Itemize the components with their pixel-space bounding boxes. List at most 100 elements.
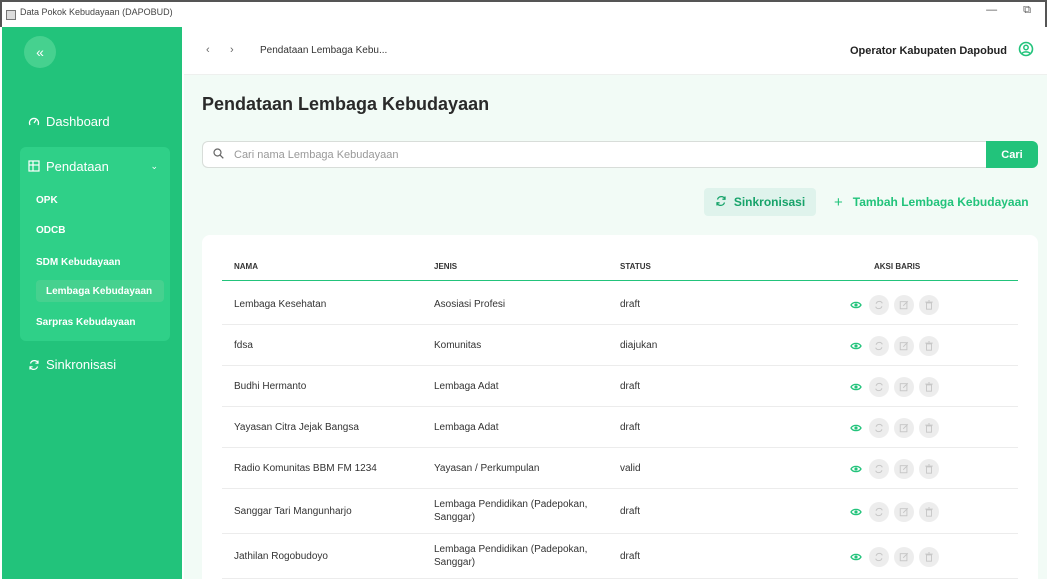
sidebar-subitem-opk[interactable]: OPK — [36, 189, 58, 211]
cell-nama: Lembaga Kesehatan — [234, 298, 327, 310]
sidebar: « Dashboard Pendataan ⌄ OPK ODCB SDM Keb… — [2, 27, 182, 579]
cell-status: draft — [620, 550, 641, 562]
sidebar-item-label: Sinkronisasi — [46, 357, 117, 372]
restore-button[interactable]: ⧉ — [1023, 4, 1031, 17]
sidebar-subitem-sarpras-kebudayaan[interactable]: Sarpras Kebudayaan — [36, 311, 136, 333]
cell-nama: Sanggar Tari Mangunharjo — [234, 505, 352, 517]
cell-nama: fdsa — [234, 339, 253, 351]
cell-status: valid — [620, 462, 641, 474]
sync-row-icon[interactable] — [869, 376, 889, 397]
view-eye-icon[interactable] — [848, 504, 864, 520]
edit-icon[interactable] — [894, 546, 914, 567]
table-row: Budhi Hermanto Lembaga Adat draft — [222, 366, 1018, 407]
window-titlebar: Data Pokok Kebudayaan (DAPOBUD) — ⧉ — [0, 0, 1047, 27]
view-eye-icon[interactable] — [848, 379, 864, 395]
cell-jenis: Asosiasi Profesi — [434, 298, 506, 310]
sync-button[interactable]: Sinkronisasi — [704, 188, 816, 216]
grid-icon — [28, 160, 40, 172]
cell-jenis: Yayasan / Perkumpulan — [434, 462, 540, 474]
gauge-icon — [28, 116, 40, 128]
sidebar-group-pendataan: Pendataan ⌄ OPK ODCB SDM Kebudayaan Lemb… — [20, 147, 170, 341]
sync-row-icon[interactable] — [869, 417, 889, 438]
edit-icon[interactable] — [894, 458, 914, 479]
trash-icon[interactable] — [919, 501, 939, 522]
edit-icon[interactable] — [894, 335, 914, 356]
chevron-down-icon: ⌄ — [150, 160, 158, 171]
cell-status: draft — [620, 298, 641, 310]
window-title: Data Pokok Kebudayaan (DAPOBUD) — [20, 6, 173, 17]
search-button[interactable]: Cari — [986, 141, 1038, 168]
sync-row-icon[interactable] — [869, 458, 889, 479]
breadcrumb[interactable]: Pendataan Lembaga Kebu... — [260, 45, 387, 56]
column-header-status: STATUS — [620, 262, 651, 271]
trash-icon[interactable] — [919, 417, 939, 438]
cell-jenis: Komunitas — [434, 339, 482, 351]
add-lembaga-button[interactable]: + Tambah Lembaga Kebudayaan — [834, 188, 1029, 216]
add-button-label: Tambah Lembaga Kebudayaan — [852, 195, 1029, 209]
trash-icon[interactable] — [919, 546, 939, 567]
top-header: ‹ › Pendataan Lembaga Kebu... Operator K… — [184, 27, 1047, 75]
table-row: Jathilan Rogobudoyo Lembaga Pendidikan (… — [222, 534, 1018, 579]
cell-status: draft — [620, 421, 641, 433]
table-row: Sanggar Tari Mangunharjo Lembaga Pendidi… — [222, 489, 1018, 534]
view-eye-icon[interactable] — [848, 420, 864, 436]
sidebar-subitem-lembaga-kebudayaan[interactable]: Lembaga Kebudayaan — [36, 280, 164, 302]
sidebar-item-pendataan[interactable]: Pendataan ⌄ — [28, 153, 162, 179]
user-circle-icon[interactable] — [1018, 41, 1034, 57]
cell-jenis: Lembaga Pendidikan (Padepokan, Sanggar) — [434, 544, 588, 568]
collapse-sidebar-button[interactable]: « — [24, 36, 56, 68]
sidebar-subitem-odcb[interactable]: ODCB — [36, 219, 65, 241]
main-content: Pendataan Lembaga Kebudayaan Cari Sinkro… — [184, 75, 1047, 579]
cell-nama: Jathilan Rogobudoyo — [234, 550, 328, 562]
edit-icon[interactable] — [894, 417, 914, 438]
table-row: Yayasan Citra Jejak Bangsa Lembaga Adat … — [222, 407, 1018, 448]
trash-icon[interactable] — [919, 376, 939, 397]
view-eye-icon[interactable] — [848, 338, 864, 354]
cell-status: diajukan — [620, 339, 658, 351]
sync-row-icon[interactable] — [869, 546, 889, 567]
table-row: Radio Komunitas BBM FM 1234 Yayasan / Pe… — [222, 448, 1018, 489]
edit-icon[interactable] — [894, 294, 914, 315]
sidebar-subitem-sdm-kebudayaan[interactable]: SDM Kebudayaan — [36, 251, 120, 273]
app-icon — [6, 9, 16, 20]
cell-jenis: Lembaga Pendidikan (Padepokan, Sanggar) — [434, 499, 588, 523]
trash-icon[interactable] — [919, 458, 939, 479]
sidebar-item-label: Dashboard — [46, 114, 110, 129]
view-eye-icon[interactable] — [848, 549, 864, 565]
sync-row-icon[interactable] — [869, 294, 889, 315]
column-header-nama: NAMA — [234, 262, 258, 271]
minimize-button[interactable]: — — [986, 4, 997, 17]
table-row: Lembaga Kesehatan Asosiasi Profesi draft — [222, 284, 1018, 325]
trash-icon[interactable] — [919, 294, 939, 315]
cell-status: draft — [620, 380, 641, 392]
search-input[interactable] — [234, 148, 954, 161]
sync-row-icon[interactable] — [869, 501, 889, 522]
table-row: fdsa Komunitas diajukan — [222, 325, 1018, 366]
column-header-jenis: JENIS — [434, 262, 458, 271]
search-field — [202, 141, 986, 168]
trash-icon[interactable] — [919, 335, 939, 356]
page-title: Pendataan Lembaga Kebudayaan — [202, 94, 490, 114]
cell-nama: Radio Komunitas BBM FM 1234 — [234, 462, 377, 474]
column-header-aksi-baris: AKSI BARIS — [874, 262, 921, 271]
edit-icon[interactable] — [894, 376, 914, 397]
view-eye-icon[interactable] — [848, 461, 864, 477]
cell-jenis: Lembaga Adat — [434, 421, 499, 433]
sidebar-item-dashboard[interactable]: Dashboard — [28, 114, 110, 129]
edit-icon[interactable] — [894, 501, 914, 522]
sync-button-label: Sinkronisasi — [733, 195, 806, 209]
header-divider — [222, 280, 1018, 281]
sync-icon — [28, 359, 40, 371]
sidebar-item-sinkronisasi[interactable]: Sinkronisasi — [28, 357, 116, 372]
sync-icon — [715, 195, 727, 210]
cell-status: draft — [620, 505, 641, 517]
cell-nama: Yayasan Citra Jejak Bangsa — [234, 421, 359, 433]
sync-row-icon[interactable] — [869, 335, 889, 356]
view-eye-icon[interactable] — [848, 297, 864, 313]
double-chevron-left-icon: « — [36, 44, 44, 60]
plus-icon: + — [834, 193, 843, 211]
user-name[interactable]: Operator Kabupaten Dapobud — [850, 45, 1007, 57]
cell-jenis: Lembaga Adat — [434, 380, 499, 392]
forward-arrow-icon[interactable]: › — [230, 44, 234, 56]
back-arrow-icon[interactable]: ‹ — [206, 44, 210, 56]
